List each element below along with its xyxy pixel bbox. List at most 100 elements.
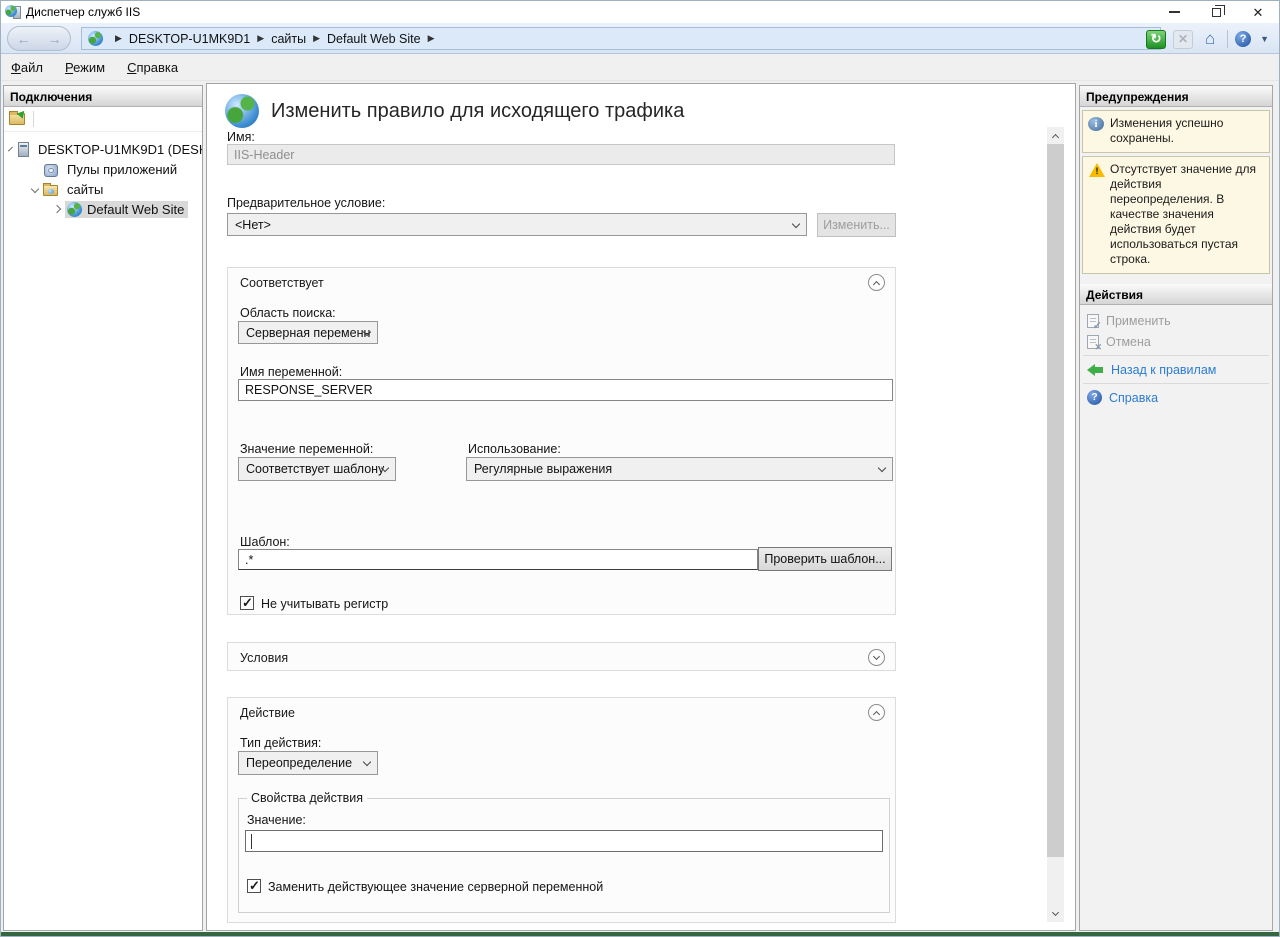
tree-node-app-pools[interactable]: Пулы приложений bbox=[4, 159, 202, 179]
connections-header: Подключения bbox=[4, 86, 202, 107]
breadcrumb-arrow-icon: ▶ bbox=[115, 33, 122, 44]
minimize-button[interactable] bbox=[1153, 1, 1195, 23]
expand-section-button[interactable] bbox=[868, 649, 885, 666]
chevron-down-icon[interactable] bbox=[8, 147, 13, 152]
info-icon: i bbox=[1088, 117, 1104, 131]
using-select[interactable]: Регулярные выражения bbox=[466, 457, 893, 481]
action-properties-group: Свойства действия Значение: Заменить дей… bbox=[238, 798, 890, 913]
action-section: Действие Тип действия: Переопределение С… bbox=[227, 697, 896, 923]
chevron-right-icon[interactable] bbox=[53, 205, 61, 213]
forward-nav-button[interactable]: → bbox=[48, 32, 62, 46]
home-icon[interactable]: ⌂ bbox=[1200, 30, 1220, 49]
menu-help[interactable]: Справка bbox=[127, 60, 178, 75]
sites-folder-icon bbox=[43, 185, 58, 196]
warning-alert-text: Отсутствует значение для действия переоп… bbox=[1110, 162, 1265, 267]
breadcrumb-arrow-icon: ▶ bbox=[257, 33, 264, 44]
tree-node-server[interactable]: DESKTOP-U1MK9D1 (DESKTOI bbox=[4, 139, 202, 159]
scope-select[interactable]: Серверная переменн bbox=[238, 321, 378, 344]
title-bar: Диспетчер служб IIS ✕ bbox=[1, 1, 1279, 23]
using-label: Использование: bbox=[468, 442, 561, 456]
actions-divider bbox=[1083, 355, 1269, 356]
cancel-icon bbox=[1087, 335, 1099, 349]
menu-bar: Файл Режим Справка bbox=[1, 54, 1279, 81]
conditions-section: Условия bbox=[227, 642, 896, 671]
back-nav-button[interactable]: ← bbox=[17, 32, 31, 46]
precondition-label: Предварительное условие: bbox=[227, 196, 385, 210]
feature-globe-icon bbox=[225, 94, 259, 128]
alerts-header: Предупреждения bbox=[1080, 86, 1272, 107]
conditions-section-title: Условия bbox=[240, 651, 288, 665]
operation-select[interactable]: Соответствует шаблону bbox=[238, 457, 396, 481]
refresh-icon[interactable]: ↻ bbox=[1146, 30, 1166, 49]
chevron-down-icon bbox=[878, 464, 886, 472]
navigation-buttons: ← → bbox=[7, 26, 71, 51]
help-icon[interactable]: ? bbox=[1235, 31, 1251, 47]
chevron-down-icon[interactable] bbox=[31, 185, 39, 193]
scroll-up-button[interactable] bbox=[1047, 127, 1064, 144]
close-button[interactable]: ✕ bbox=[1237, 1, 1279, 23]
iis-manager-window: Диспетчер служб IIS ✕ ← → ▶ DESKTOP-U1MK… bbox=[0, 0, 1280, 937]
action-type-label: Тип действия: bbox=[240, 736, 321, 750]
restore-button[interactable] bbox=[1195, 1, 1237, 23]
back-to-rules-action[interactable]: Назад к правилам bbox=[1080, 359, 1272, 380]
menu-file[interactable]: Файл bbox=[11, 60, 43, 75]
chevron-up-icon bbox=[1052, 134, 1059, 141]
back-arrow-icon bbox=[1087, 364, 1104, 376]
vertical-scrollbar[interactable] bbox=[1047, 127, 1064, 922]
help-link[interactable]: Справка bbox=[1109, 391, 1158, 405]
site-globe-icon bbox=[67, 202, 82, 217]
variable-name-label: Имя переменной: bbox=[240, 365, 342, 379]
collapse-section-button[interactable] bbox=[868, 274, 885, 291]
tree-node-sites[interactable]: сайты bbox=[4, 179, 202, 199]
back-to-rules-link[interactable]: Назад к правилам bbox=[1111, 363, 1216, 377]
breadcrumb[interactable]: ▶ DESKTOP-U1MK9D1 ▶ сайты ▶ Default Web … bbox=[81, 27, 1161, 50]
help-icon: ? bbox=[1087, 390, 1102, 405]
action-type-select[interactable]: Переопределение bbox=[238, 751, 378, 775]
chevron-down-icon bbox=[1052, 909, 1059, 916]
create-connection-icon[interactable] bbox=[9, 113, 25, 125]
match-section-title: Соответствует bbox=[240, 276, 324, 290]
action-properties-legend: Свойства действия bbox=[247, 791, 367, 805]
chevron-up-icon bbox=[873, 281, 880, 288]
scroll-down-button[interactable] bbox=[1047, 905, 1064, 922]
tree-label-sites: сайты bbox=[63, 181, 107, 198]
connections-tree: DESKTOP-U1MK9D1 (DESKTOI Пулы приложений… bbox=[4, 132, 202, 219]
collapse-section-button[interactable] bbox=[868, 704, 885, 721]
breadcrumb-server[interactable]: DESKTOP-U1MK9D1 bbox=[129, 32, 250, 46]
match-section: Соответствует Область поиска: Серверная … bbox=[227, 267, 896, 615]
right-panel: Предупреждения i Изменения успешно сохра… bbox=[1079, 85, 1273, 931]
cancel-action: Отмена bbox=[1080, 331, 1272, 352]
chevron-down-icon bbox=[873, 653, 880, 660]
chevron-down-icon bbox=[792, 220, 800, 228]
pattern-input[interactable] bbox=[238, 549, 758, 570]
breadcrumb-arrow-icon: ▶ bbox=[313, 33, 320, 44]
replace-value-checkbox[interactable] bbox=[247, 879, 261, 893]
page-title: Изменить правило для исходящего трафика bbox=[271, 100, 684, 123]
tree-label-default-site: Default Web Site bbox=[87, 202, 184, 217]
test-pattern-button[interactable]: Проверить шаблон... bbox=[758, 547, 892, 571]
value-input[interactable] bbox=[245, 830, 883, 852]
precondition-select[interactable]: <Нет> bbox=[227, 213, 807, 236]
scope-label: Область поиска: bbox=[240, 306, 336, 320]
app-icon bbox=[5, 5, 21, 20]
minimize-icon bbox=[1169, 11, 1180, 13]
window-bottom-edge bbox=[1, 932, 1279, 936]
chevron-up-icon bbox=[873, 711, 880, 718]
scrollbar-thumb[interactable] bbox=[1047, 144, 1064, 857]
action-section-title: Действие bbox=[240, 706, 295, 720]
close-icon: ✕ bbox=[1253, 6, 1264, 19]
menu-view[interactable]: Режим bbox=[65, 60, 105, 75]
home-globe-icon[interactable] bbox=[88, 31, 103, 46]
help-dropdown-icon[interactable]: ▼ bbox=[1260, 34, 1269, 44]
actions-divider bbox=[1083, 383, 1269, 384]
breadcrumb-sites[interactable]: сайты bbox=[271, 32, 306, 46]
address-bar: ← → ▶ DESKTOP-U1MK9D1 ▶ сайты ▶ Default … bbox=[1, 23, 1279, 54]
ignore-case-checkbox[interactable] bbox=[240, 596, 254, 610]
help-action[interactable]: ? Справка bbox=[1080, 387, 1272, 408]
breadcrumb-site[interactable]: Default Web Site bbox=[327, 32, 421, 46]
variable-name-input[interactable] bbox=[238, 379, 893, 401]
restore-icon bbox=[1212, 8, 1221, 17]
application-pools-icon bbox=[44, 164, 58, 177]
info-alert-text: Изменения успешно сохранены. bbox=[1110, 116, 1265, 146]
tree-node-default-web-site[interactable]: Default Web Site bbox=[4, 199, 202, 219]
